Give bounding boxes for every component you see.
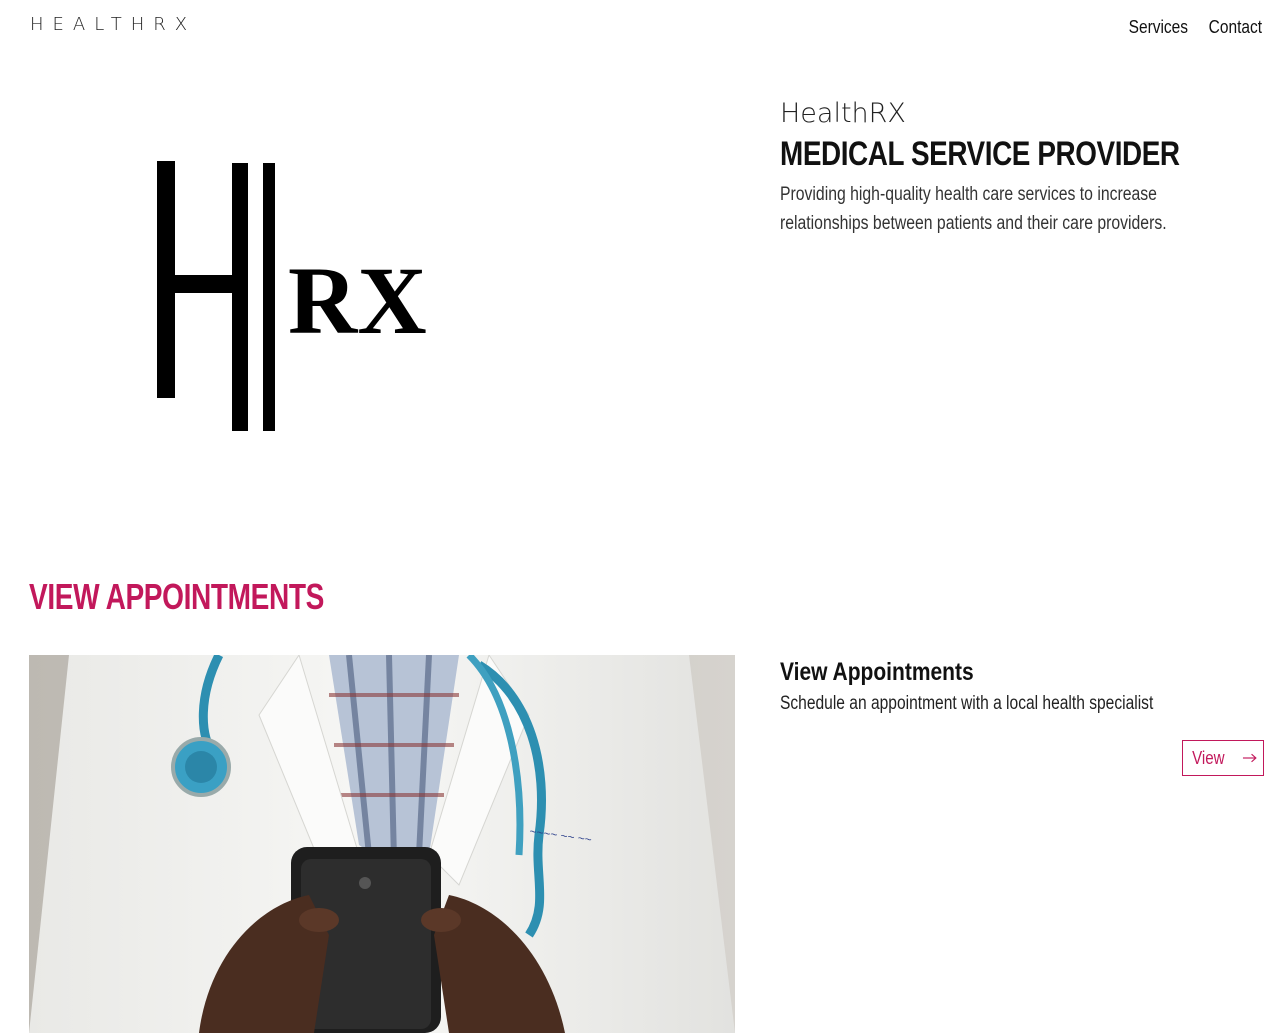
hero-name: HealthRX xyxy=(780,98,906,129)
nav-link-contact[interactable]: Contact xyxy=(1209,17,1262,38)
hrx-logo: RX xyxy=(150,155,450,440)
view-button-label: View xyxy=(1192,747,1225,768)
main-nav: Services Contact xyxy=(1119,17,1262,38)
appointments-heading: VIEW APPOINTMENTS xyxy=(29,576,324,617)
doctor-photo: ~~~~ ~~ ~~ xyxy=(29,655,735,1033)
view-appointments-button[interactable]: View xyxy=(1182,740,1264,776)
brand-logo[interactable]: HEALTHRX xyxy=(30,14,196,35)
appointments-card: View Appointments Schedule an appointmen… xyxy=(780,655,1265,715)
hero-title: MEDICAL SERVICE PROVIDER xyxy=(780,135,1180,173)
appointments-card-description: Schedule an appointment with a local hea… xyxy=(780,693,1154,714)
logo-rx-text: RX xyxy=(288,247,427,354)
doctor-photo-illustration: ~~~~ ~~ ~~ xyxy=(29,655,735,1033)
nav-link-services[interactable]: Services xyxy=(1129,17,1188,38)
arrow-right-icon xyxy=(1242,753,1257,763)
hero-description: Providing high-quality health care servi… xyxy=(780,184,1167,234)
hrx-logo-graphic: RX xyxy=(157,161,427,431)
appointments-card-title: View Appointments xyxy=(780,658,974,686)
hero-text: HealthRX MEDICAL SERVICE PROVIDER Provid… xyxy=(780,98,1260,238)
